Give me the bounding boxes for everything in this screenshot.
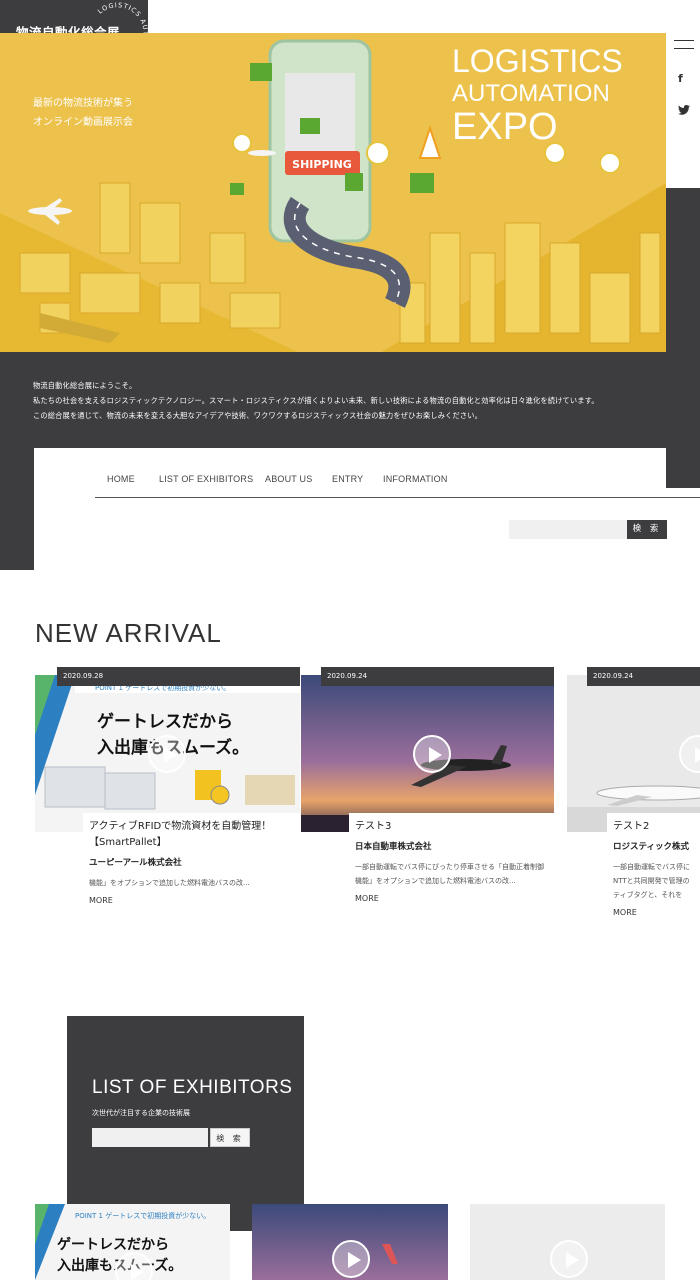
nav-list-of-exhibitors[interactable]: LIST OF EXHIBITORS (159, 474, 253, 484)
exhibitors-subtitle: 次世代が注目する企業の技術展 (92, 1109, 190, 1117)
svg-text:LOGISTICS: LOGISTICS (452, 43, 623, 79)
arrival-card-2[interactable]: 2020.09.24 テスト3 日本自動車株式会社 一部自動運転でバス停にぴった… (301, 667, 566, 947)
exhibitors-search-button[interactable]: 検 索 (210, 1128, 250, 1147)
search-input[interactable] (509, 520, 629, 539)
exhibitors-panel (67, 1016, 304, 1231)
card-text: テスト3 日本自動車株式会社 一部自動運転でバス停にぴったり停車させる「自動正着… (349, 813, 554, 903)
play-icon[interactable] (413, 735, 451, 773)
menu-hamburger-icon[interactable] (674, 40, 694, 50)
svg-text:AUTOMATION: AUTOMATION (452, 80, 610, 107)
card-description: 一部自動運転でバス停にぴったり停車させる「自動正着制御機能」をオプションで追加し… (355, 863, 544, 885)
exhibitors-title: LIST OF EXHIBITORS (92, 1077, 293, 1098)
svg-text:ゲートレスだから: ゲートレスだから (57, 1236, 169, 1253)
card-description: 機能」をオプションで追加した燃料電池バスの改... (89, 879, 250, 887)
play-icon[interactable] (148, 735, 186, 773)
nav-home[interactable]: HOME (107, 474, 135, 484)
new-arrival-title: NEW ARRIVAL (35, 618, 222, 648)
card-title[interactable]: テスト3 (355, 819, 548, 835)
intro-line-1: 物流自動化総合展にようこそ。 (33, 381, 137, 390)
nav-information[interactable]: INFORMATION (383, 474, 448, 484)
facebook-icon[interactable]: f (678, 72, 683, 85)
exhibitors-search-input[interactable] (92, 1128, 208, 1147)
arrival-card-3[interactable]: 2020.09.24 テスト2 ロジスティック株式 一部自動運転でバス停に NT… (567, 667, 700, 947)
card-date: 2020.09.28 (57, 667, 300, 686)
card-date: 2020.09.24 (321, 667, 554, 686)
main-nav: HOME LIST OF EXHIBITORS ABOUT US ENTRY I… (95, 474, 700, 498)
intro-line-2: 私たちの社会を支えるロジスティックテクノロジー。スマート・ロジスティクスが描くよ… (33, 396, 599, 405)
card-more-link[interactable]: MORE (355, 894, 548, 903)
intro-line-3: この総合展を通じて、物流の未来を変える大胆なアイデアや技術、ワクワクするロジステ… (33, 411, 483, 420)
play-icon[interactable] (550, 1240, 588, 1278)
card-thumbnail[interactable] (567, 675, 700, 832)
card-more-link[interactable]: MORE (89, 896, 294, 905)
card-company: ユーピーアール株式会社 (89, 858, 182, 868)
nav-entry[interactable]: ENTRY (332, 474, 363, 484)
card-title[interactable]: アクティブRFIDで物流資材を自動管理！【SmartPallet】 (89, 819, 294, 851)
svg-text:オンライン動画展示会: オンライン動画展示会 (33, 115, 133, 128)
card-more-link[interactable]: MORE (613, 908, 700, 917)
hero-illustration: SHIPPING 最新の物流技術が集う オンライン動画展示会 LOGISTICS… (0, 33, 666, 353)
card-description: 一部自動運転でバス停に NTTと共同開発で管理の ティブタグと、それを (613, 863, 690, 899)
card-company: ロジスティック株式 (613, 842, 689, 852)
card-title[interactable]: テスト2 (613, 819, 700, 835)
exhibitor-thumb-1[interactable]: POINT 1 ゲートレスで初期投資が少ない。 ゲートレスだから 入出庫もスムー… (35, 1204, 230, 1280)
hero-banner: SHIPPING 最新の物流技術が集う オンライン動画展示会 LOGISTICS… (0, 33, 666, 353)
svg-text:SHIPPING: SHIPPING (292, 158, 352, 171)
intro-text: 物流自動化総合展にようこそ。 私たちの社会を支えるロジスティックテクノロジー。ス… (33, 378, 673, 423)
arrival-card-1[interactable]: POINT 1 ゲートレスで初期投資が少ない。 ゲートレスだから 入出庫もスムー… (35, 667, 300, 947)
play-icon[interactable] (332, 1240, 370, 1278)
left-dark-strip (0, 447, 34, 570)
svg-text:POINT 1 ゲートレスで初期投資が少ない。: POINT 1 ゲートレスで初期投資が少ない。 (75, 1211, 210, 1220)
card-text: アクティブRFIDで物流資材を自動管理！【SmartPallet】 ユーピーアー… (83, 813, 300, 905)
svg-text:EXPO: EXPO (452, 106, 558, 148)
card-thumbnail[interactable]: POINT 1 ゲートレスで初期投資が少ない。 ゲートレスだから 入出庫もスムー… (35, 675, 300, 832)
exhibitor-thumb-3[interactable] (470, 1204, 665, 1280)
svg-text:ゲートレスだから: ゲートレスだから (97, 711, 233, 732)
card-date: 2020.09.24 (587, 667, 700, 686)
nav-about-us[interactable]: ABOUT US (265, 474, 312, 484)
card-thumbnail[interactable] (301, 675, 554, 832)
card-text: テスト2 ロジスティック株式 一部自動運転でバス停に NTTと共同開発で管理の … (607, 813, 700, 917)
card-company: 日本自動車株式会社 (355, 842, 432, 852)
search-button[interactable]: 検 索 (627, 520, 667, 539)
twitter-icon[interactable] (678, 104, 690, 118)
svg-text:最新の物流技術が集う: 最新の物流技術が集う (33, 96, 133, 109)
exhibitor-thumb-2[interactable] (252, 1204, 448, 1280)
